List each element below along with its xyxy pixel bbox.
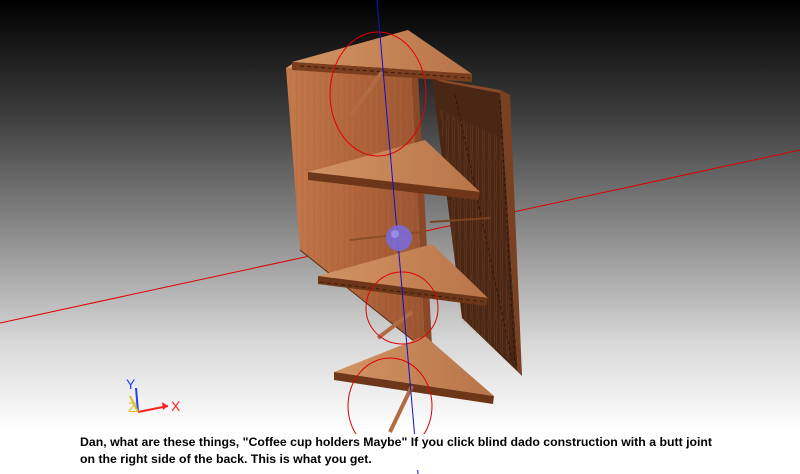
triad-z-label: Z: [128, 399, 137, 415]
model-scene[interactable]: X Y Z: [0, 0, 800, 474]
caption-text: Dan, what are these things, "Coffee cup …: [80, 434, 780, 470]
bottom-shelf[interactable]: [334, 336, 494, 404]
3d-viewport[interactable]: X Y Z: [0, 0, 800, 474]
triad-y-label: Y: [126, 376, 136, 392]
rotation-gizmo[interactable]: [386, 225, 412, 251]
triad-x-label: X: [171, 398, 181, 414]
axis-triad: X Y Z: [126, 376, 181, 415]
